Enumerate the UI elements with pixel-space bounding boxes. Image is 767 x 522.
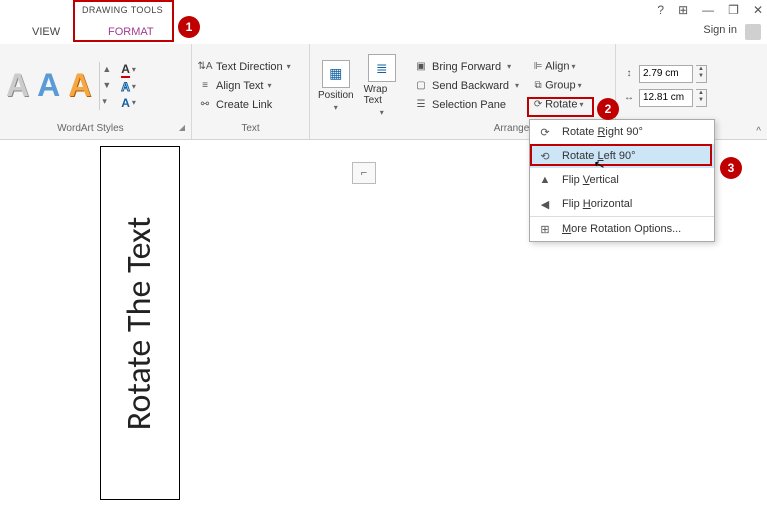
spin-down-icon[interactable]: ▼	[696, 73, 706, 80]
text-direction-button[interactable]: ⇅AText Direction▾	[198, 60, 291, 74]
spin-down-icon[interactable]: ▼	[696, 97, 706, 104]
group-label-text: Text	[198, 123, 303, 137]
text-box-shape[interactable]: Rotate The Text	[100, 146, 180, 500]
collapse-ribbon-icon[interactable]: ^	[756, 126, 761, 137]
textbox-content: Rotate The Text	[120, 216, 161, 429]
wordart-preset-3[interactable]: A	[68, 67, 91, 104]
text-effects-button[interactable]: A▾	[121, 96, 136, 110]
ribbon-display-icon[interactable]: ⊞	[678, 3, 688, 17]
wordart-preset-2[interactable]: A	[37, 67, 60, 104]
spin-up-icon[interactable]: ▲	[696, 66, 706, 73]
group-label-wordart: WordArt Styles	[57, 123, 124, 134]
wordart-gallery-scroll[interactable]: ▲ ▼ ▾	[99, 62, 111, 110]
tab-view[interactable]: VIEW	[22, 22, 70, 42]
width-input[interactable]	[639, 89, 693, 107]
height-field[interactable]: ↕ ▲▼	[622, 65, 707, 83]
rotate-dropdown: ⟳ Rotate Right 90° ⟲ Rotate Left 90° ▲ F…	[529, 119, 715, 242]
annotation-badge-1: 1	[178, 16, 200, 38]
dialog-launcher-icon[interactable]: ◢	[179, 123, 185, 132]
group-icon: ⧉	[531, 79, 545, 93]
help-icon[interactable]: ?	[657, 3, 664, 17]
text-fill-button[interactable]: A▾	[121, 62, 136, 78]
menu-flip-vertical[interactable]: ▲ Flip Vertical	[530, 168, 714, 192]
gallery-expand-icon[interactable]: ▾	[102, 96, 111, 107]
rotate-icon: ⟳	[531, 98, 545, 112]
menu-flip-horizontal[interactable]: ◀ Flip Horizontal	[530, 192, 714, 216]
annotation-badge-3: 3	[720, 157, 742, 179]
menu-rotate-left[interactable]: ⟲ Rotate Left 90°	[530, 144, 714, 168]
sign-in-link[interactable]: Sign in	[703, 24, 737, 36]
height-input[interactable]	[639, 65, 693, 83]
rotate-left-icon: ⟲	[538, 149, 552, 163]
chevron-down-icon[interactable]: ▼	[102, 80, 111, 90]
group-position-wrap: ▦ Position ▾ ≣ Wrap Text ▾	[310, 44, 408, 139]
selection-pane-button[interactable]: ☰Selection Pane	[414, 98, 519, 112]
bring-forward-icon: ▣	[414, 60, 428, 74]
width-icon: ↔	[622, 91, 636, 105]
group-button[interactable]: ⧉Group▾	[531, 79, 583, 93]
align-icon: ⊫	[531, 60, 545, 74]
tab-row: VIEW FORMAT Sign in	[0, 20, 767, 44]
text-outline-button[interactable]: A▾	[121, 80, 136, 94]
flip-vertical-icon: ▲	[538, 173, 552, 187]
position-icon: ▦	[322, 60, 350, 88]
wrap-text-button[interactable]: ≣ Wrap Text ▾	[364, 54, 400, 117]
layout-options-button[interactable]: ⌐	[352, 162, 376, 184]
avatar[interactable]	[745, 24, 761, 40]
restore-icon[interactable]: ❐	[728, 3, 739, 17]
wordart-preset-1[interactable]: A	[6, 67, 29, 104]
more-options-icon: ⊞	[538, 222, 552, 236]
tab-format[interactable]: FORMAT	[98, 22, 164, 42]
rotate-button[interactable]: ⟳Rotate▾	[531, 98, 583, 112]
chevron-up-icon[interactable]: ▲	[102, 64, 111, 74]
wrap-text-icon: ≣	[368, 54, 396, 82]
contextual-tab-title: DRAWING TOOLS	[74, 2, 171, 18]
group-wordart-styles: A A A ▲ ▼ ▾ A▾ A▾ A▾ WordArt Styles ◢	[0, 44, 192, 139]
align-text-button[interactable]: ≡Align Text▾	[198, 79, 291, 93]
width-field[interactable]: ↔ ▲▼	[622, 89, 707, 107]
selection-pane-icon: ☰	[414, 98, 428, 112]
rotate-right-icon: ⟳	[538, 125, 552, 139]
minimize-icon[interactable]: —	[702, 3, 714, 17]
layout-options-icon: ⌐	[361, 167, 367, 179]
align-button[interactable]: ⊫Align▾	[531, 60, 583, 74]
flip-horizontal-icon: ◀	[538, 197, 552, 211]
text-direction-icon: ⇅A	[198, 60, 212, 74]
group-text: ⇅AText Direction▾ ≡Align Text▾ ⚯Create L…	[192, 44, 310, 139]
close-icon[interactable]: ✕	[753, 3, 763, 17]
create-link-button[interactable]: ⚯Create Link	[198, 98, 291, 112]
send-backward-icon: ▢	[414, 79, 428, 93]
menu-more-rotation[interactable]: ⊞ More Rotation Options...	[530, 216, 714, 241]
annotation-badge-2: 2	[597, 98, 619, 120]
menu-rotate-right[interactable]: ⟳ Rotate Right 90°	[530, 120, 714, 144]
link-icon: ⚯	[198, 98, 212, 112]
send-backward-button[interactable]: ▢Send Backward▾	[414, 79, 519, 93]
align-text-icon: ≡	[198, 79, 212, 93]
bring-forward-button[interactable]: ▣Bring Forward▾	[414, 60, 519, 74]
spin-up-icon[interactable]: ▲	[696, 90, 706, 97]
position-button[interactable]: ▦ Position ▾	[318, 60, 354, 112]
title-bar: DRAWING TOOLS ? ⊞ — ❐ ✕	[0, 0, 767, 20]
height-icon: ↕	[622, 67, 636, 81]
